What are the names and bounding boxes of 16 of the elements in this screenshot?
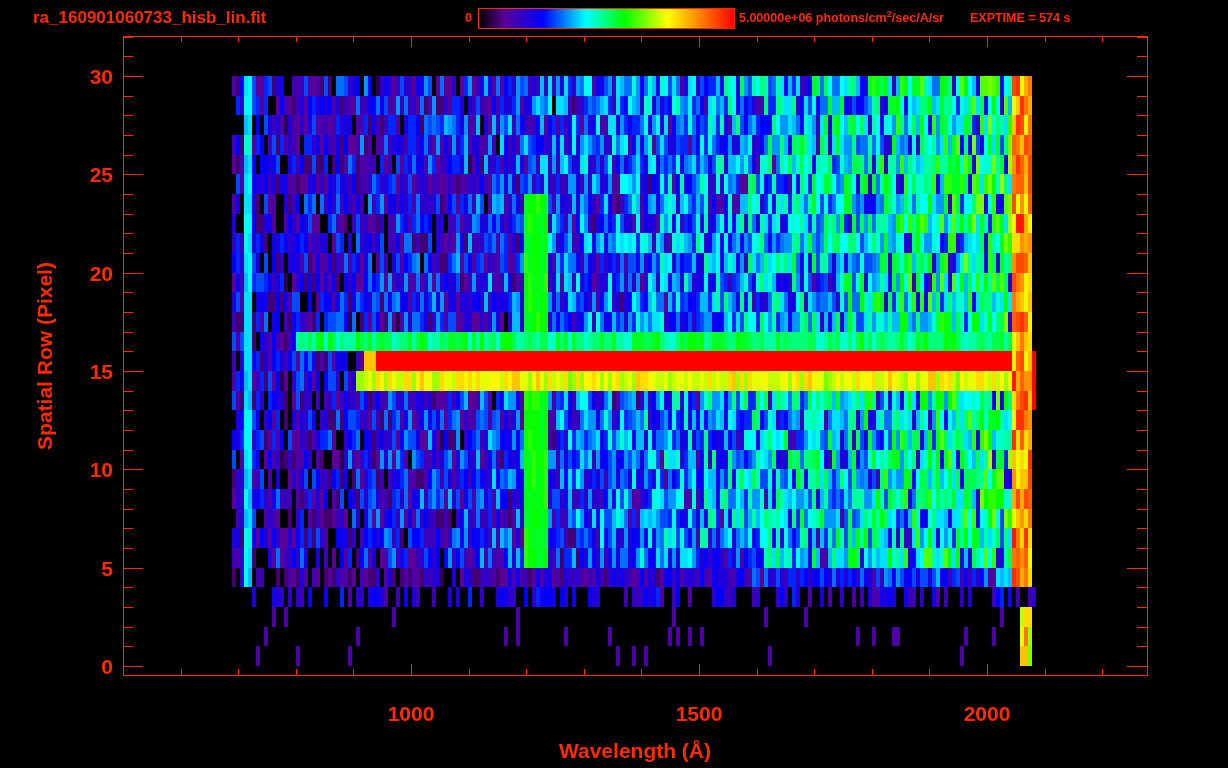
y-tick-label: 25	[89, 163, 113, 187]
x-tick-label: 1000	[387, 702, 435, 725]
y-tick-label: 30	[89, 65, 113, 88]
x-axis-title: Wavelength (Å)	[558, 739, 712, 762]
y-tick-label: 20	[89, 261, 113, 285]
exposure-time: EXPTIME = 574 s	[969, 9, 1071, 27]
y-tick-label: 5	[101, 556, 113, 580]
y-tick-label: 10	[89, 458, 113, 482]
colorbar-max-label: 5.00000e+06 photons/cm$^{2}$/sec/A/sr	[738, 8, 944, 27]
colorbar-min-label: 0	[465, 9, 472, 27]
x-tick-label: 1500	[675, 702, 723, 725]
y-tick-label: 0	[101, 655, 113, 678]
x-tick-label: 2000	[963, 702, 1011, 725]
y-axis-title: Spatial Row (Pixel)	[33, 262, 56, 450]
y-tick-label: 15	[89, 360, 113, 383]
file-name: ra_160901060733_hisb_lin.fit	[32, 7, 268, 30]
